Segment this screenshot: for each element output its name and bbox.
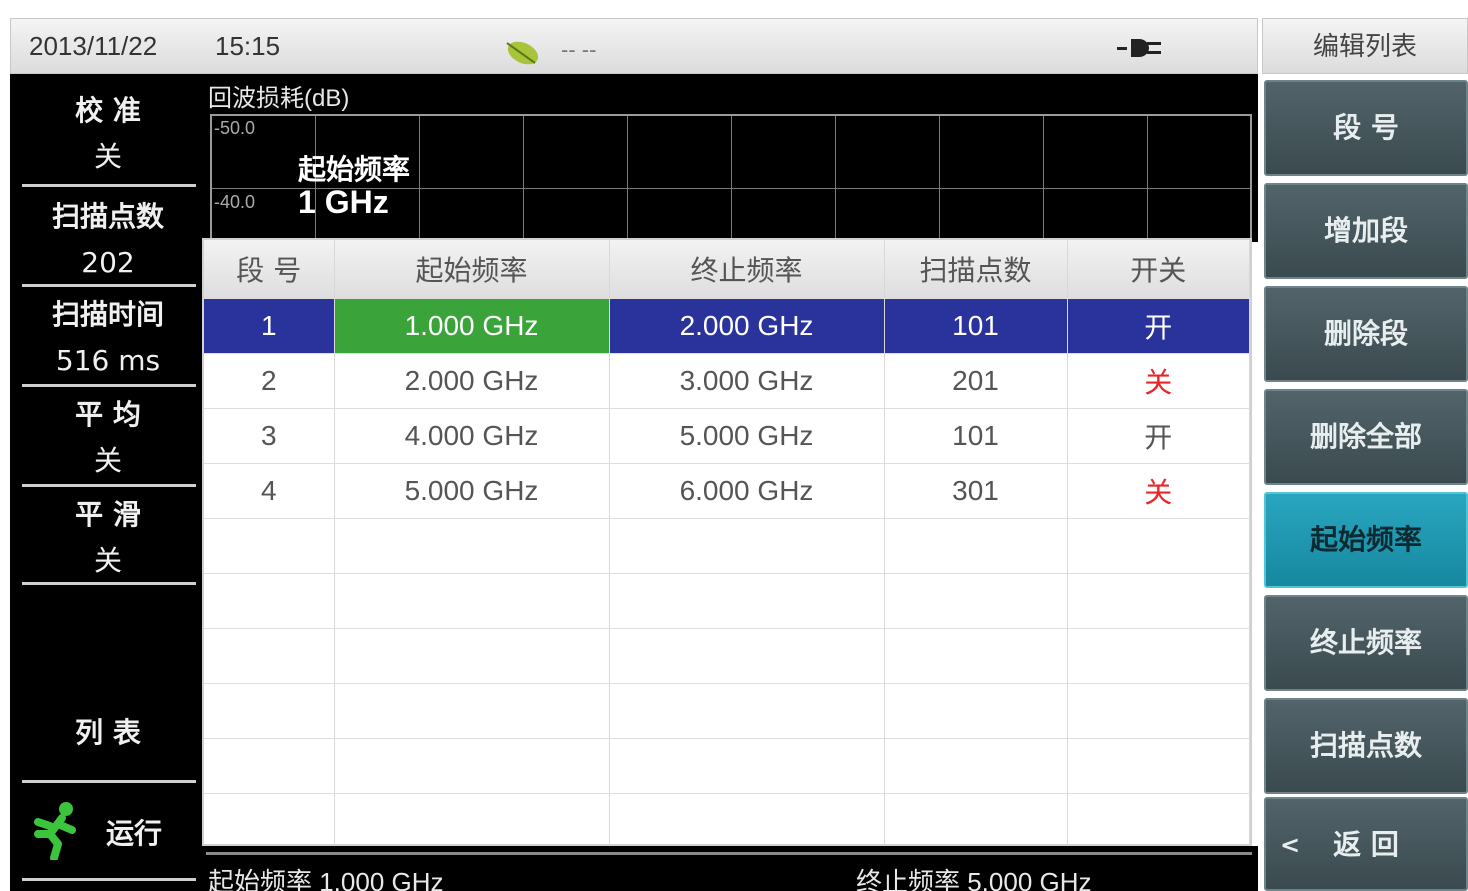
softkey-segment-number[interactable]: 段 号 [1264,80,1468,176]
softkey-menu-title: 编辑列表 [1262,18,1468,74]
divider [22,780,196,783]
sweep-points-value: 202 [81,246,135,279]
softkey-back[interactable]: < 返 回 [1264,797,1468,891]
sweep-points-cell[interactable]: 101 [884,408,1068,464]
status-date: 2013/11/22 [29,31,158,61]
column-header-switch[interactable]: 开关 [1067,240,1250,299]
start-freq-cell[interactable]: 1.000 GHz [334,298,610,354]
list-label: 列 表 [75,716,141,749]
softkey-sweep-points[interactable]: 扫描点数 [1264,698,1468,794]
table-header-row: 段 号 起始频率 终止频率 扫描点数 开关 [204,240,1250,299]
leaf-icon [506,41,539,65]
average-label: 平 均 [75,398,141,431]
table-row-empty[interactable] [204,518,1250,574]
table-row-empty[interactable] [204,738,1250,794]
sweep-points-status[interactable]: 扫描点数 202 [22,194,194,286]
list-status[interactable]: 列 表 [22,710,194,756]
table-row-empty[interactable] [204,683,1250,739]
average-value: 关 [93,444,122,477]
divider [22,284,196,287]
segment-list-table: 段 号 起始频率 终止频率 扫描点数 开关 1 1.000 GHz 2.000 … [202,238,1252,849]
table-row-empty[interactable] [204,628,1250,684]
divider [22,184,196,187]
divider [22,582,196,585]
stop-freq-cell[interactable]: 6.000 GHz [609,463,885,519]
switch-cell[interactable]: 开 [1067,408,1250,464]
table-row[interactable]: 3 4.000 GHz 5.000 GHz 101 开 [204,408,1250,464]
smoothing-label: 平 滑 [75,498,141,531]
switch-cell[interactable]: 开 [1067,298,1250,354]
divider [206,852,1252,855]
segment-cell[interactable]: 1 [204,298,335,354]
softkey-delete-segment[interactable]: 删除段 [1264,286,1468,382]
stop-freq-cell[interactable]: 2.000 GHz [609,298,885,354]
softkey-start-frequency[interactable]: 起始频率 [1264,492,1468,588]
y-tick-label: -40.0 [214,192,256,212]
divider [22,384,196,387]
frequency-status-bar: 起始频率 1.000 GHz 终止频率 5.000 GHz [202,846,1258,891]
sweep-points-cell[interactable]: 101 [884,298,1068,354]
column-header-segment[interactable]: 段 号 [204,240,335,299]
plug-icon [1117,39,1161,57]
column-header-start-freq[interactable]: 起始频率 [334,240,610,299]
divider [22,878,196,881]
segment-cell[interactable]: 3 [204,408,335,464]
stop-freq-cell[interactable]: 5.000 GHz [609,408,885,464]
smoothing-value: 关 [93,544,122,577]
sweep-points-cell[interactable]: 301 [884,463,1068,519]
table-row[interactable]: 4 5.000 GHz 6.000 GHz 301 关 [204,463,1250,519]
average-status[interactable]: 平 均 关 [22,392,194,484]
start-frequency-readout: 起始频率 1.000 GHz [208,867,444,891]
table-row-empty[interactable] [204,573,1250,629]
softkey-add-segment[interactable]: 增加段 [1264,183,1468,279]
column-header-stop-freq[interactable]: 终止频率 [609,240,885,299]
run-label: 运行 [106,817,163,850]
trace-plot: 回波损耗(dB) -50.0 -40.0 起始频率 1 GHz [202,74,1258,242]
start-freq-cell[interactable]: 2.000 GHz [334,353,610,409]
stop-frequency-readout: 终止频率 5.000 GHz [856,867,1092,891]
y-tick-label: -50.0 [214,118,256,138]
divider [22,484,196,487]
start-freq-cell[interactable]: 5.000 GHz [334,463,610,519]
column-header-sweep-points[interactable]: 扫描点数 [884,240,1068,299]
calibration-value: 关 [93,140,122,173]
plot-title: 回波损耗(dB) [208,85,350,112]
switch-cell[interactable]: 关 [1067,463,1250,519]
running-man-icon [34,802,76,860]
status-indicator: -- -- [561,37,597,62]
segment-cell[interactable]: 2 [204,353,335,409]
sweep-time-value: 516 ms [55,344,161,377]
segment-cell[interactable]: 4 [204,463,335,519]
table-row[interactable]: 1 1.000 GHz 2.000 GHz 101 开 [204,298,1250,354]
status-time: 15:15 [215,31,281,61]
marker-readout-label: 起始频率 [298,153,411,186]
softkey-delete-all[interactable]: 删除全部 [1264,389,1468,485]
run-button[interactable]: 运行 [28,800,188,860]
softkey-stop-frequency[interactable]: 终止频率 [1264,595,1468,691]
calibration-label: 校 准 [75,94,141,127]
switch-cell[interactable]: 关 [1067,353,1250,409]
status-bar: 2013/11/22 15:15 -- -- [10,18,1258,74]
sweep-time-status[interactable]: 扫描时间 516 ms [22,292,194,384]
chevron-left-icon: < [1280,831,1301,859]
sweep-time-label: 扫描时间 [51,298,164,331]
start-freq-cell[interactable]: 4.000 GHz [334,408,610,464]
left-status-panel: 校 准 关 扫描点数 202 扫描时间 516 ms 平 均 关 平 滑 关 列… [10,74,202,891]
marker-readout-value: 1 GHz [298,184,389,220]
sweep-points-label: 扫描点数 [51,200,164,233]
table-row[interactable]: 2 2.000 GHz 3.000 GHz 201 关 [204,353,1250,409]
table-row-empty[interactable] [204,793,1250,849]
smoothing-status[interactable]: 平 滑 关 [22,492,194,584]
stop-freq-cell[interactable]: 3.000 GHz [609,353,885,409]
softkey-back-label: 返 回 [1333,828,1399,861]
calibration-status[interactable]: 校 准 关 [22,88,194,180]
sweep-points-cell[interactable]: 201 [884,353,1068,409]
